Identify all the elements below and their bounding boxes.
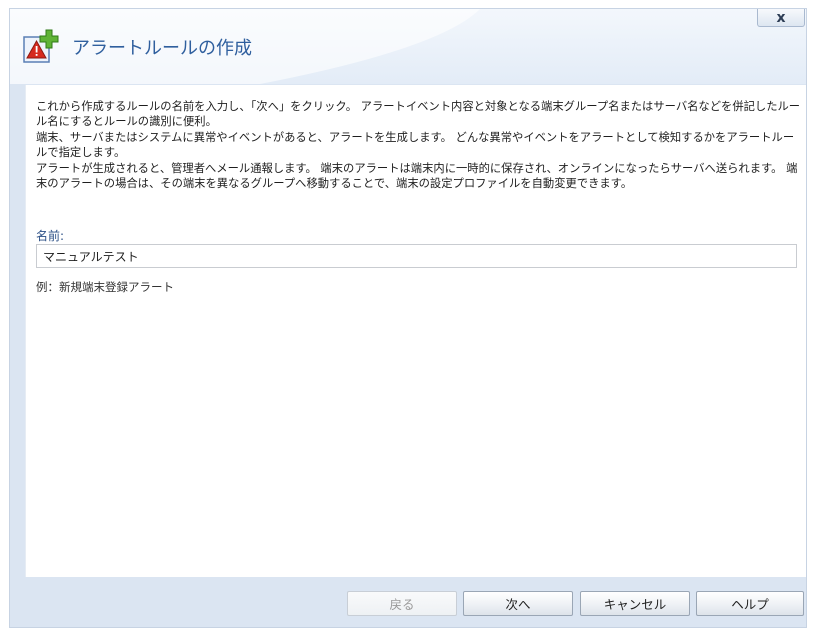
name-example: 例：新規端末登録アラート [36,280,174,294]
content-panel: これから作成するルールの名前を入力し、「次へ」をクリック。 アラートイベント内容… [25,85,806,577]
create-alert-rule-dialog: アラートルールの作成 x これから作成するルールの名前を入力し、「次へ」をクリッ… [9,8,807,628]
button-bar: 戻る 次へ キャンセル ヘルプ [10,577,806,629]
rule-name-input[interactable] [36,244,797,268]
description-paragraph: これから作成するルールの名前を入力し、「次へ」をクリック。 アラートイベント内容… [36,100,801,129]
description: これから作成するルールの名前を入力し、「次へ」をクリック。 アラートイベント内容… [36,99,804,191]
help-button[interactable]: ヘルプ [696,591,804,616]
next-button[interactable]: 次へ [463,591,573,616]
dialog-header: アラートルールの作成 x [10,9,806,84]
description-paragraph: 端末、サーバまたはシステムに異常やイベントがあると、アラートを生成します。 どん… [36,130,795,160]
cancel-button[interactable]: キャンセル [580,591,690,616]
dialog-title: アラートルールの作成 [72,38,252,59]
alert-rule-add-icon [23,28,59,64]
back-button[interactable]: 戻る [347,591,457,616]
description-paragraph: アラートが生成されると、管理者へメール通報します。 端末のアラートは端末内に一時… [36,161,798,191]
close-button[interactable]: x [757,9,805,27]
name-label: 名前: [36,229,65,243]
